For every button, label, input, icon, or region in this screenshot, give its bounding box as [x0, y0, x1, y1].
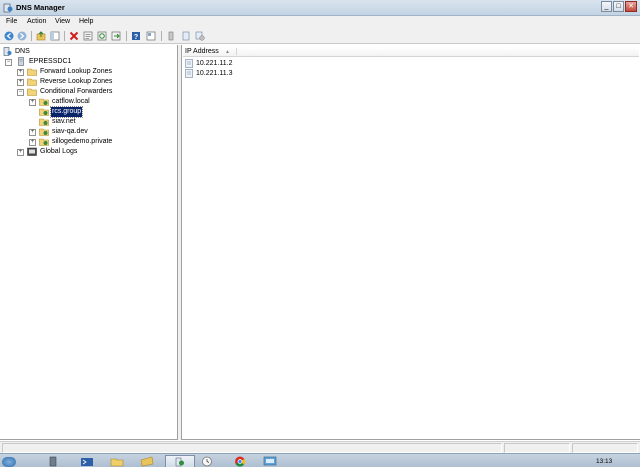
chrome-icon[interactable]	[233, 456, 247, 467]
menu-bar: File Action View Help	[0, 16, 640, 28]
ip-address-value: 10.221.11.3	[196, 70, 233, 77]
status-cell	[572, 443, 638, 453]
menu-help[interactable]: Help	[79, 18, 93, 25]
back-icon[interactable]	[4, 31, 14, 41]
folder-icon	[27, 88, 37, 96]
taskbar: 13:13	[0, 453, 640, 467]
maximize-button[interactable]: □	[613, 1, 624, 12]
sort-ascending-icon: ▲	[225, 49, 230, 55]
tree-label: Reverse Lookup Zones	[40, 78, 113, 85]
folder-icon	[27, 68, 37, 76]
record-icon[interactable]	[181, 31, 191, 41]
console-tree[interactable]: DNS − EPRESSDC1 + Forward Lookup Zones +…	[0, 45, 178, 440]
status-cell	[2, 443, 502, 453]
minimize-button[interactable]: _	[601, 1, 612, 12]
dns-manager-icon	[175, 457, 184, 467]
expand-icon[interactable]: +	[29, 99, 36, 106]
logs-icon	[27, 147, 37, 156]
collapse-icon[interactable]: −	[17, 89, 24, 96]
forwarder-icon	[39, 128, 49, 136]
console-tree-icon[interactable]	[146, 31, 156, 41]
toolbar-separator	[64, 31, 65, 41]
tree-label: sillogedemo.private	[52, 138, 113, 145]
delete-icon[interactable]	[69, 31, 79, 41]
tree-label: siav.net	[52, 118, 76, 125]
tree-label: Conditional Forwarders	[40, 88, 113, 95]
forwarder-icon	[39, 118, 49, 126]
forward-icon[interactable]	[17, 31, 27, 41]
up-folder-icon[interactable]	[36, 31, 46, 41]
folder-icon[interactable]	[140, 456, 154, 467]
tree-label: DNS	[15, 48, 30, 55]
menu-file[interactable]: File	[6, 18, 17, 25]
menu-view[interactable]: View	[55, 18, 70, 25]
title-bar: DNS Manager _ □ ✕	[0, 0, 640, 16]
status-bar	[0, 441, 640, 453]
dns-app-icon	[3, 3, 13, 13]
properties-icon[interactable]	[83, 31, 93, 41]
forwarder-icon	[39, 138, 49, 146]
server-icon[interactable]	[166, 31, 176, 41]
toolbar-separator	[126, 31, 127, 41]
dns-icon	[3, 47, 12, 56]
tree-label: catflow.local	[52, 98, 90, 105]
start-orb-icon	[2, 457, 16, 467]
collapse-icon[interactable]: −	[5, 59, 12, 66]
records-icon[interactable]	[195, 31, 205, 41]
server-icon	[18, 57, 24, 66]
expand-icon[interactable]: +	[17, 79, 24, 86]
expand-icon[interactable]: +	[17, 149, 24, 156]
ip-address-value: 10.221.11.2	[196, 60, 233, 67]
clock-icon[interactable]	[200, 456, 214, 467]
tree-label-selected: rcs.group	[49, 106, 84, 118]
help-icon[interactable]: ?	[131, 31, 141, 41]
window-title: DNS Manager	[16, 3, 65, 12]
explorer-icon[interactable]	[110, 456, 124, 467]
expand-icon[interactable]: +	[29, 129, 36, 136]
ip-address-icon	[185, 59, 193, 68]
start-button[interactable]	[0, 455, 34, 467]
remote-desktop-icon[interactable]	[263, 456, 277, 467]
toolbar-separator	[31, 31, 32, 41]
toolbar-separator	[161, 31, 162, 41]
powershell-icon[interactable]	[80, 456, 94, 467]
export-list-icon[interactable]	[111, 31, 121, 41]
menu-action[interactable]: Action	[27, 18, 46, 25]
results-list[interactable]: IP Address ▲ 10.221.11.2 10.221.11.3	[181, 45, 640, 440]
taskbar-dns-manager[interactable]	[165, 455, 195, 467]
forwarder-icon	[39, 98, 49, 106]
server-manager-icon[interactable]	[46, 456, 60, 467]
refresh-icon[interactable]	[97, 31, 107, 41]
expand-icon[interactable]: +	[29, 139, 36, 146]
toolbar: ?	[0, 28, 640, 44]
tree-label: Forward Lookup Zones	[40, 68, 112, 75]
folder-icon	[27, 78, 37, 86]
expand-icon[interactable]: +	[17, 69, 24, 76]
tree-label: Global Logs	[40, 148, 78, 155]
ip-address-icon	[185, 69, 193, 78]
svg-text:?: ?	[134, 34, 138, 41]
forwarder-icon	[39, 108, 49, 116]
status-cell	[504, 443, 570, 453]
tree-label: siav-qa.dev	[52, 128, 88, 135]
tray-clock[interactable]: 13:13	[596, 458, 612, 465]
column-header[interactable]: IP Address ▲	[183, 47, 639, 57]
show-hide-tree-icon[interactable]	[50, 31, 60, 41]
tree-label: EPRESSDC1	[29, 58, 72, 65]
close-button[interactable]: ✕	[625, 1, 637, 12]
